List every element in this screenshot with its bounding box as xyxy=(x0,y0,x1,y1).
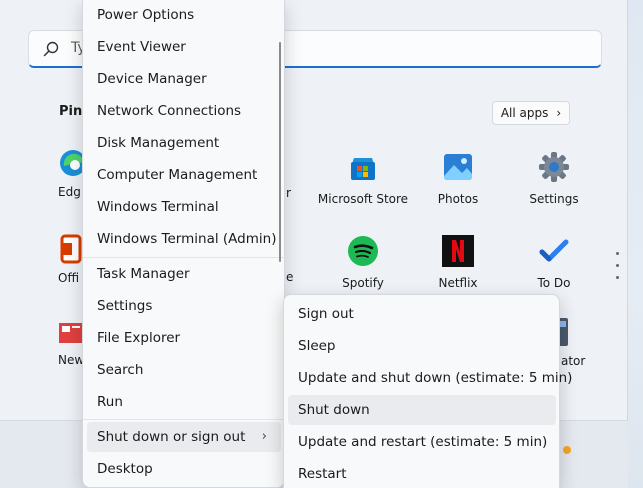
app-netflix[interactable]: Netflix xyxy=(403,234,513,290)
app-office[interactable]: Offi xyxy=(58,234,84,285)
app-label: Netflix xyxy=(438,276,478,290)
app-new-label: New xyxy=(58,353,85,367)
app-label: Spotify xyxy=(342,276,384,290)
menu-item-device-manager[interactable]: Device Manager xyxy=(87,64,281,94)
app-office-label: Offi xyxy=(58,271,80,285)
menu-item-windows-terminal-admin[interactable]: Windows Terminal (Admin) xyxy=(87,224,281,254)
gear-icon xyxy=(539,152,569,182)
menu-item-task-manager[interactable]: Task Manager xyxy=(87,259,281,289)
menu-item-shut-down-or-sign-out[interactable]: Shut down or sign out › xyxy=(87,422,281,452)
app-photos[interactable]: Photos xyxy=(403,150,513,206)
app-label: Microsoft Store xyxy=(317,192,409,206)
clipped-label-e: e xyxy=(286,270,294,284)
menu-item-disk-management[interactable]: Disk Management xyxy=(87,128,281,158)
app-microsoft-store[interactable]: Microsoft Store xyxy=(308,150,418,206)
menu-item-run[interactable]: Run xyxy=(87,387,281,417)
netflix-icon xyxy=(442,235,474,267)
app-new[interactable]: New xyxy=(58,320,84,367)
menu-item-desktop[interactable]: Desktop xyxy=(87,454,281,484)
menu-item-event-viewer[interactable]: Event Viewer xyxy=(87,32,281,62)
chevron-right-icon: › xyxy=(261,429,267,444)
winx-menu: Power Options Event Viewer Device Manage… xyxy=(82,0,285,488)
menu-separator xyxy=(83,419,284,420)
submenu-item-sleep[interactable]: Sleep xyxy=(288,331,556,361)
app-label: To Do xyxy=(537,276,571,290)
all-apps-button[interactable]: All apps › xyxy=(492,101,570,125)
menu-separator xyxy=(83,257,284,258)
submenu-item-sign-out[interactable]: Sign out xyxy=(288,299,556,329)
menu-item-label: Shut down or sign out xyxy=(97,429,246,445)
office-icon xyxy=(60,234,82,264)
store-icon xyxy=(351,158,375,180)
app-todo[interactable]: To Do xyxy=(499,234,609,290)
photos-icon xyxy=(444,154,472,180)
todo-icon xyxy=(539,239,569,262)
chevron-right-icon: › xyxy=(556,106,562,120)
submenu-item-restart[interactable]: Restart xyxy=(288,459,556,488)
submenu-item-shut-down[interactable]: Shut down xyxy=(288,395,556,425)
app-label: Photos xyxy=(437,192,479,206)
search-icon xyxy=(43,41,59,57)
menu-item-search[interactable]: Search xyxy=(87,355,281,385)
all-apps-label: All apps xyxy=(500,106,549,120)
menu-item-power-options[interactable]: Power Options xyxy=(87,0,281,30)
submenu-item-update-and-restart[interactable]: Update and restart (estimate: 5 min) xyxy=(288,427,556,457)
menu-item-network-connections[interactable]: Network Connections xyxy=(87,96,281,126)
update-indicator-icon xyxy=(563,446,571,454)
app-label: Settings xyxy=(529,192,579,206)
scrollbar[interactable] xyxy=(279,42,281,262)
menu-item-settings[interactable]: Settings xyxy=(87,291,281,321)
shutdown-submenu: Sign out Sleep Update and shut down (est… xyxy=(283,294,572,488)
app-settings[interactable]: Settings xyxy=(499,150,609,206)
menu-item-file-explorer[interactable]: File Explorer xyxy=(87,323,281,353)
submenu-item-update-and-shut-down[interactable]: Update and shut down (estimate: 5 min) xyxy=(288,363,572,393)
clipped-label-r: r xyxy=(286,186,291,200)
app-spotify[interactable]: Spotify xyxy=(308,234,418,290)
menu-item-windows-terminal[interactable]: Windows Terminal xyxy=(87,192,281,222)
news-icon xyxy=(59,323,83,343)
spotify-icon xyxy=(348,236,378,266)
page-dots[interactable] xyxy=(616,252,620,288)
menu-item-computer-management[interactable]: Computer Management xyxy=(87,160,281,190)
